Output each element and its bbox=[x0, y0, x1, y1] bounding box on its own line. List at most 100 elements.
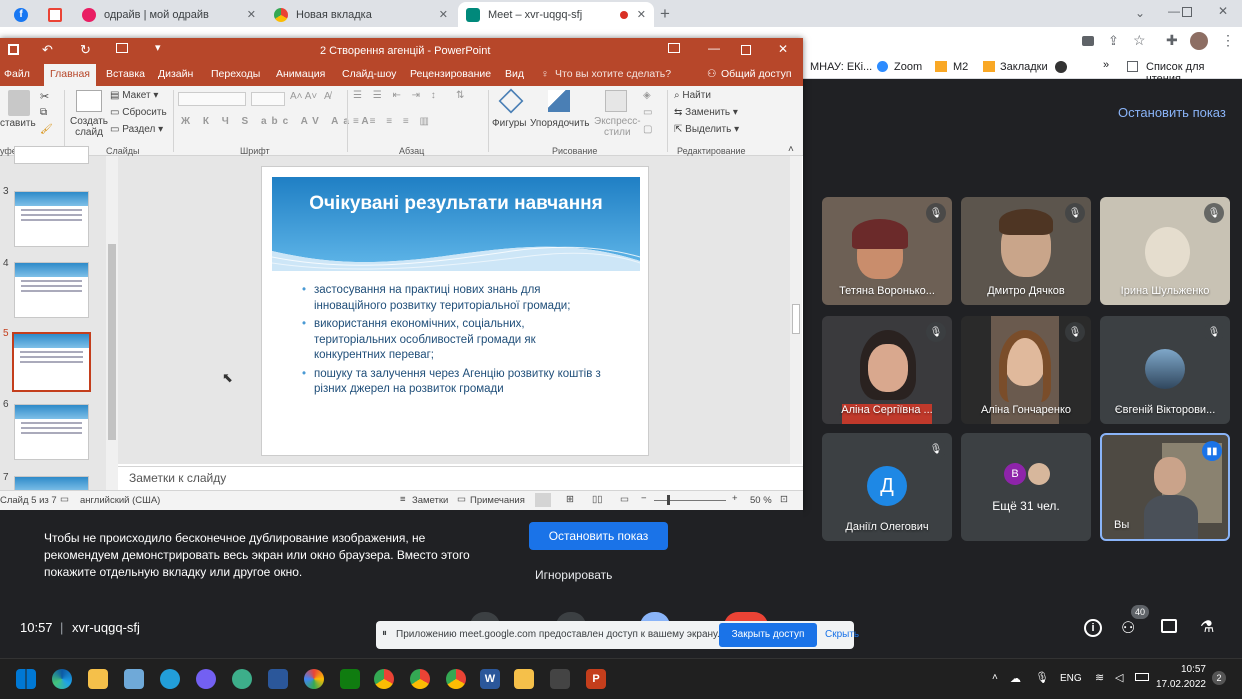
new-tab-button[interactable]: + bbox=[660, 4, 670, 24]
tab-insert[interactable]: Вставка bbox=[106, 68, 145, 80]
file-explorer-icon[interactable] bbox=[88, 669, 108, 689]
chat-icon[interactable] bbox=[1161, 619, 1177, 633]
format-painter-icon[interactable]: 🖌 bbox=[40, 124, 53, 135]
info-icon[interactable]: i bbox=[1084, 619, 1102, 637]
wifi-icon[interactable]: ≋ bbox=[1095, 671, 1104, 684]
participant-tile[interactable]: 🎙 Євгеній Вікторови... bbox=[1100, 316, 1230, 424]
cloud-icon[interactable]: ☁ bbox=[1010, 672, 1021, 685]
align-icons[interactable]: ≡ ≡ ≡ ≡ ▥ bbox=[353, 116, 433, 127]
tell-me-input[interactable]: Что вы хотите сделать? bbox=[555, 68, 671, 80]
stop-presenting-link[interactable]: Остановить показ bbox=[1118, 105, 1226, 120]
tab-view[interactable]: Вид bbox=[505, 68, 524, 80]
maximize-icon[interactable] bbox=[741, 45, 751, 55]
comments-toggle[interactable]: Примечания bbox=[470, 495, 525, 506]
powerpoint-icon[interactable]: P bbox=[586, 669, 606, 689]
more-icon[interactable]: ⋮ bbox=[1221, 32, 1235, 49]
chevron-up-icon[interactable]: ˄ bbox=[992, 672, 998, 683]
undo-icon[interactable]: ↶ bbox=[42, 42, 53, 58]
star-icon[interactable]: ☆ bbox=[1133, 32, 1146, 49]
stop-presenting-button[interactable]: Остановить показ bbox=[529, 522, 668, 550]
minimize-icon[interactable]: — bbox=[708, 41, 720, 55]
shapes-button[interactable]: Фигуры bbox=[492, 118, 526, 129]
pinwheel-icon[interactable] bbox=[304, 669, 324, 689]
arrange-button[interactable]: Упорядочить bbox=[530, 118, 590, 129]
calculator-icon[interactable] bbox=[550, 669, 570, 689]
language-indicator[interactable]: ENG bbox=[1060, 673, 1082, 684]
quick-styles-button[interactable]: Экспресс- стили bbox=[594, 116, 641, 138]
close-icon[interactable]: ✕ bbox=[778, 42, 788, 56]
participant-tile[interactable]: 🎙 Ірина Шульженко bbox=[1100, 197, 1230, 305]
zoom-level[interactable]: 50 % bbox=[750, 495, 772, 506]
font-style-icons[interactable]: Ж К Ч S abc AV Aa A bbox=[181, 116, 374, 127]
bookmark-item[interactable]: Закладки bbox=[1000, 61, 1048, 73]
tab-home[interactable]: Главная bbox=[44, 64, 96, 86]
close-window-icon[interactable]: ✕ bbox=[1218, 4, 1228, 18]
bookmarks-overflow-button[interactable]: » bbox=[1103, 59, 1109, 71]
participant-tile[interactable]: 🎙 Тетяна Воронько... bbox=[822, 197, 952, 305]
maps-icon[interactable] bbox=[232, 669, 252, 689]
stop-sharing-button[interactable]: Закрыть доступ bbox=[719, 623, 817, 647]
mic-icon[interactable]: 🎙 bbox=[1035, 671, 1049, 684]
text-direction-icon[interactable]: ⇅ bbox=[456, 90, 464, 101]
notes-pane[interactable]: Заметки к слайду bbox=[118, 466, 803, 490]
windows-start-icon[interactable] bbox=[16, 669, 36, 689]
cut-icon[interactable]: ✂ bbox=[40, 90, 49, 103]
zoom-in-icon[interactable]: + bbox=[732, 493, 738, 504]
people-icon[interactable]: ⚇ bbox=[1121, 618, 1135, 638]
chevron-down-icon[interactable]: ⌄ bbox=[1135, 6, 1145, 20]
scrollbar-thumb[interactable] bbox=[108, 244, 116, 440]
notification-badge[interactable]: 2 bbox=[1212, 671, 1226, 685]
normal-view-icon[interactable] bbox=[535, 493, 551, 507]
app-icon[interactable] bbox=[340, 669, 360, 689]
thumbnail-scrollbar[interactable] bbox=[106, 156, 118, 490]
slide-thumbnail[interactable] bbox=[14, 146, 89, 164]
batman-icon[interactable] bbox=[514, 669, 534, 689]
paste-button[interactable]: ставить bbox=[0, 118, 36, 129]
new-slide-icon[interactable] bbox=[76, 90, 102, 112]
tab-odrive[interactable]: одрайв | мой одрайв ✕ bbox=[74, 2, 264, 27]
zoom-slider-thumb[interactable] bbox=[667, 495, 670, 505]
word-icon[interactable]: W bbox=[480, 669, 500, 689]
tab-gmail[interactable] bbox=[40, 2, 70, 27]
save-icon[interactable] bbox=[8, 44, 19, 55]
app-icon[interactable] bbox=[268, 669, 288, 689]
tab-review[interactable]: Рецензирование bbox=[410, 68, 491, 80]
shape-effects-icon[interactable]: ▢ bbox=[643, 124, 652, 135]
slide-thumbnail[interactable] bbox=[14, 262, 89, 318]
quick-styles-icon[interactable] bbox=[605, 90, 627, 112]
close-icon[interactable]: ✕ bbox=[637, 8, 646, 21]
clear-format-icon[interactable]: A̸ bbox=[324, 91, 331, 102]
notes-toggle[interactable]: Заметки bbox=[412, 495, 448, 506]
close-icon[interactable]: ✕ bbox=[247, 8, 256, 21]
tab-file[interactable]: Файл bbox=[4, 68, 30, 80]
share-icon[interactable]: ⇪ bbox=[1108, 33, 1119, 49]
battery-icon[interactable] bbox=[1135, 673, 1149, 681]
photos-icon[interactable] bbox=[124, 669, 144, 689]
redo-icon[interactable]: ↻ bbox=[80, 42, 91, 58]
zoom-slider[interactable] bbox=[654, 500, 726, 501]
slide[interactable]: Очікувані результати навчання • застосува… bbox=[261, 166, 649, 456]
tab-design[interactable]: Дизайн bbox=[158, 68, 193, 80]
replace-button[interactable]: ⇆ Заменить ▾ bbox=[674, 107, 738, 118]
telegram-icon[interactable] bbox=[160, 669, 180, 689]
maximize-icon[interactable] bbox=[1182, 7, 1192, 17]
customize-icon[interactable]: ▾ bbox=[155, 41, 161, 54]
bookmark-item[interactable]: Zoom bbox=[894, 61, 922, 73]
participant-tile[interactable]: 🎙 Дмитро Дячков bbox=[961, 197, 1091, 305]
chrome-icon[interactable] bbox=[410, 669, 430, 689]
section-button[interactable]: ▭ Раздел ▾ bbox=[110, 124, 163, 135]
minimize-icon[interactable]: — bbox=[1168, 4, 1180, 18]
list-icons[interactable]: ☰ ☰ ⇤ ⇥ ↕ bbox=[353, 90, 440, 101]
bookmark-item[interactable]: M2 bbox=[953, 61, 968, 73]
tab-animations[interactable]: Анимация bbox=[276, 68, 325, 80]
slide-scrollbar[interactable] bbox=[790, 156, 802, 464]
find-button[interactable]: ⌕ Найти bbox=[674, 90, 711, 101]
bookmark-item[interactable]: МНАУ: ЕКі... bbox=[810, 61, 872, 73]
participant-tile[interactable]: 🎙 Аліна Гончаренко bbox=[961, 316, 1091, 424]
slide-thumbnail[interactable] bbox=[14, 191, 89, 247]
font-name-input[interactable] bbox=[178, 92, 246, 106]
shape-outline-icon[interactable]: ▭ bbox=[643, 107, 652, 118]
tab-transitions[interactable]: Переходы bbox=[211, 68, 260, 80]
clock-time[interactable]: 10:57 bbox=[1160, 664, 1206, 675]
shapes-icon[interactable] bbox=[498, 88, 524, 114]
